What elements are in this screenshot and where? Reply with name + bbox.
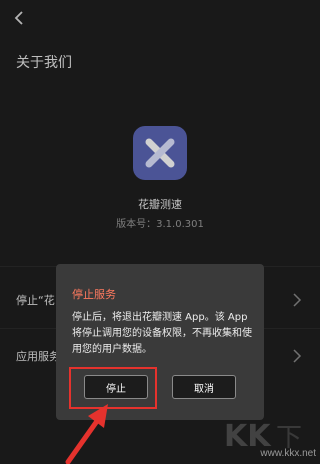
dialog-title: 停止服务: [72, 288, 116, 301]
dialog-message: 停止后，将退出花瓣测速 App。该 App 将停止调用您的设备权限，不再收集和使…: [72, 312, 252, 355]
red-arrow-icon: [65, 404, 108, 464]
cancel-button[interactable]: 取消: [172, 375, 236, 399]
watermark-text: www.kkx.net: [260, 448, 316, 459]
